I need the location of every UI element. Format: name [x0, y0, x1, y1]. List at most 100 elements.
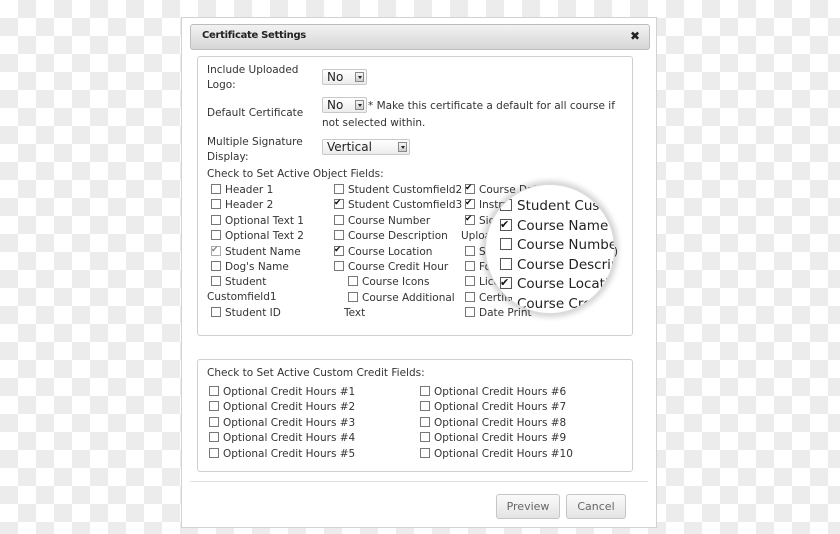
checkbox-item[interactable]: Course Number	[334, 214, 430, 229]
checkbox-item[interactable]: Course Description	[334, 229, 448, 244]
checkbox[interactable]	[465, 245, 475, 256]
checkbox[interactable]	[209, 401, 219, 412]
checkbox[interactable]	[211, 214, 221, 225]
checkbox[interactable]	[465, 276, 475, 287]
checkbox-item[interactable]: Header 2	[211, 198, 273, 213]
checkbox-item[interactable]: Optional Text 2	[211, 229, 304, 244]
checkbox-item[interactable]: Course Icons	[348, 275, 429, 290]
checkbox-item[interactable]: Student Customfield1	[207, 275, 277, 305]
checkbox-label: Course Number	[517, 237, 615, 253]
chevron-down-icon	[398, 142, 407, 152]
checkbox-item[interactable]: Optional Credit Hours #10	[420, 447, 573, 462]
checkbox[interactable]	[420, 447, 430, 458]
checkbox[interactable]	[211, 276, 221, 287]
checkbox-item[interactable]: Header 1	[211, 183, 273, 198]
checkbox-label: Optional Credit Hours #6	[434, 386, 567, 398]
checkbox-item[interactable]: Course Additional Text	[344, 291, 455, 321]
checkbox-item[interactable]: Optional Credit Hours #7	[420, 400, 566, 415]
checkbox-label: Student ID	[225, 307, 281, 320]
checkbox-label: Course Number	[348, 214, 431, 227]
checkbox-checked[interactable]	[500, 216, 512, 234]
checkbox[interactable]	[500, 257, 512, 270]
checkbox[interactable]	[420, 416, 430, 427]
checkbox[interactable]	[420, 432, 430, 443]
checkbox-item[interactable]: Course Number	[500, 236, 615, 254]
checkbox[interactable]	[211, 307, 221, 318]
checkbox[interactable]	[465, 291, 475, 302]
checkbox[interactable]	[211, 261, 221, 271]
checkbox-item[interactable]: Student ID	[211, 306, 281, 321]
checkbox[interactable]	[209, 432, 219, 443]
cancel-button[interactable]: Cancel	[566, 494, 626, 519]
checkbox-item[interactable]: Course Credit Hour	[500, 295, 614, 313]
checkbox[interactable]	[348, 276, 358, 287]
object-fields-heading: Check to Set Active Object Fields:	[207, 168, 384, 180]
checkbox-item[interactable]: Optional Credit Hours #4	[209, 431, 355, 446]
checkbox-checked[interactable]	[500, 274, 512, 292]
checkbox-item[interactable]: Course Location	[500, 274, 614, 293]
checkbox[interactable]	[500, 199, 512, 211]
checkbox-item[interactable]: Dog's Name	[211, 260, 289, 275]
checkbox[interactable]	[209, 386, 219, 396]
checkbox[interactable]	[500, 238, 512, 250]
checkbox-item[interactable]: Optional Credit Hours #2	[209, 400, 355, 415]
checkbox-label: Optional Text 2	[225, 230, 304, 243]
checkbox-label: Student	[225, 276, 267, 289]
checkbox[interactable]	[334, 230, 344, 241]
chevron-down-icon	[355, 100, 364, 110]
checkbox[interactable]	[465, 307, 475, 318]
checkbox-item[interactable]: Course Location	[334, 243, 432, 260]
checkbox[interactable]	[211, 199, 221, 210]
checkbox-checked[interactable]	[211, 243, 221, 258]
checkbox-label: Course Description	[517, 256, 614, 273]
include-logo-label: Include Uploaded Logo:	[207, 64, 299, 91]
checkbox-item[interactable]: Student Customfield2	[500, 197, 614, 215]
close-icon[interactable]: ✖	[630, 29, 640, 43]
checkbox-label: Student Customfield2	[348, 184, 463, 196]
checkbox[interactable]	[420, 401, 430, 412]
checkbox-checked[interactable]	[465, 196, 475, 211]
checkbox-checked[interactable]	[334, 243, 344, 258]
signature-display-select[interactable]: Vertical	[322, 139, 410, 155]
checkbox-label: Course Credit Hour	[517, 295, 614, 312]
checkbox[interactable]	[500, 296, 512, 309]
checkbox-item[interactable]: Optional Credit Hours #5	[209, 447, 355, 462]
preview-button[interactable]: Preview	[496, 494, 560, 519]
checkbox[interactable]	[211, 184, 221, 194]
checkbox-item[interactable]: Course Credit Hour	[334, 260, 448, 275]
magnifier-lens: Student Customfield2 Course Name Course Nu…	[485, 184, 615, 314]
checkbox[interactable]	[348, 291, 358, 302]
checkbox-item[interactable]: Student Name	[211, 243, 301, 260]
default-certificate-select[interactable]: No	[322, 97, 367, 113]
dialog-title: Certificate Settings	[202, 30, 306, 41]
checkbox[interactable]	[334, 214, 344, 225]
checkbox-item[interactable]: Optional Credit Hours #6	[420, 385, 566, 400]
checkbox-item[interactable]: Course Description	[500, 256, 614, 274]
checkbox[interactable]	[334, 184, 344, 194]
checkbox-label-continued: Text	[344, 306, 366, 319]
checkbox[interactable]	[211, 230, 221, 241]
checkbox-item[interactable]: Student Customfield3	[334, 196, 462, 213]
checkbox[interactable]	[334, 261, 344, 271]
checkbox-item[interactable]: Optional Text 1	[211, 214, 304, 229]
checkbox-item[interactable]: Course Name	[500, 216, 608, 235]
checkbox-label: Optional Credit Hours #8	[434, 416, 567, 429]
checkbox-item[interactable]: Optional Credit Hours #1	[209, 385, 355, 400]
dialog-titlebar: Certificate Settings ✖	[190, 24, 650, 50]
checkbox[interactable]	[209, 416, 219, 427]
checkbox-checked[interactable]	[334, 196, 344, 211]
checkbox-item[interactable]: Optional Credit Hours #3	[209, 416, 355, 431]
checkbox-item[interactable]: Student Customfield2	[334, 183, 462, 198]
checkbox-item[interactable]: Optional Credit Hours #8	[420, 416, 566, 431]
checkbox[interactable]	[420, 386, 430, 396]
include-logo-select[interactable]: No	[322, 69, 367, 85]
checkbox-checked[interactable]	[465, 212, 475, 227]
checkbox-item[interactable]: Optional Credit Hours #9	[420, 431, 566, 446]
certificate-settings-dialog: Certificate Settings ✖ Include Uploaded …	[181, 17, 657, 528]
checkbox-label: Optional Credit Hours #10	[434, 447, 573, 460]
checkbox-label: Course Icons	[362, 276, 430, 289]
checkbox[interactable]	[465, 261, 475, 271]
checkbox-label: Optional Text 1	[225, 214, 304, 227]
checkbox-checked[interactable]	[465, 181, 475, 196]
checkbox[interactable]	[209, 447, 219, 458]
